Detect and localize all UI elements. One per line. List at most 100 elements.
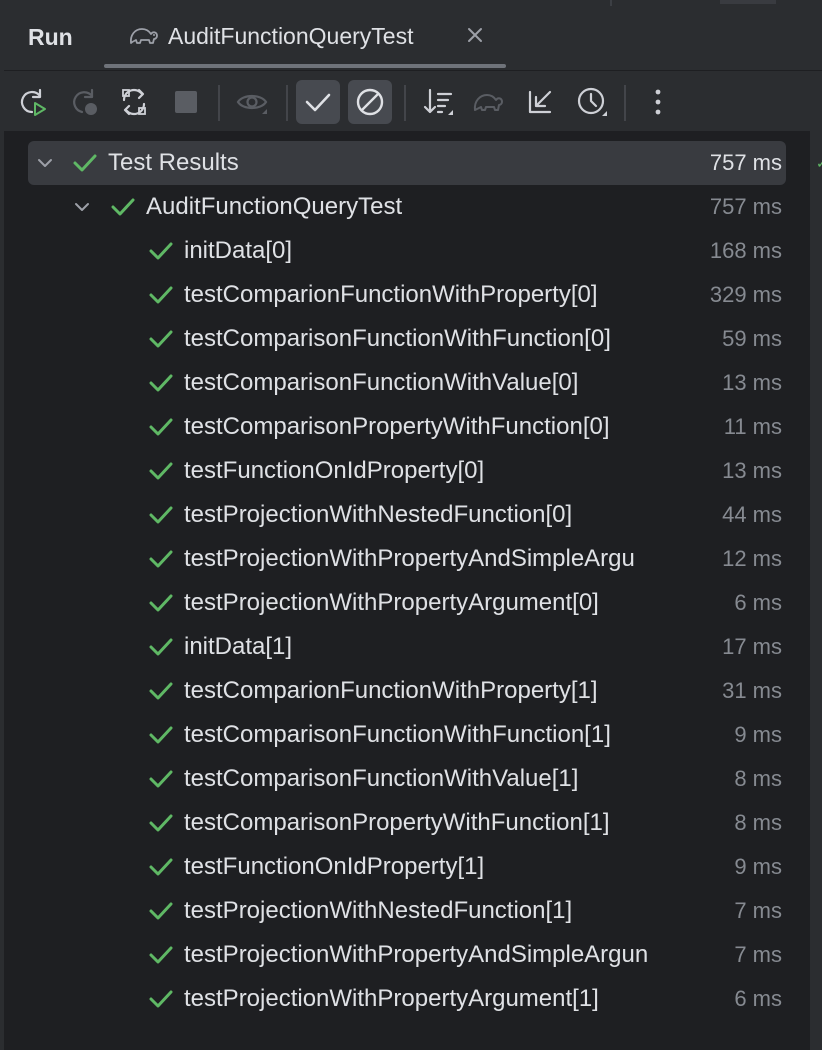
node-label: Test Results [108,149,239,176]
tree-node-root[interactable]: Test Results 757 ms [28,141,786,185]
test-duration: 6 ms [734,986,782,1011]
check-icon [148,723,174,747]
sort-icon [423,88,453,115]
test-results-tree: Test Results 757 ms AuditFunctionQueryTe… [4,131,810,1050]
import-arrow-icon [528,90,552,114]
check-icon [305,93,331,112]
test-name: initData[0] [184,237,293,264]
test-row[interactable]: testComparisonFunctionWithValue[1] 8 ms [4,757,790,801]
test-row[interactable]: testProjectionWithPropertyAndSimpleArgun… [4,933,790,977]
toolbar-separator [404,85,406,121]
top-scroll-thumb[interactable] [720,0,776,4]
test-row[interactable]: initData[0] 168 ms [4,229,790,273]
toggle-auto-test-button[interactable] [112,80,156,124]
top-divider [610,0,612,6]
check-icon [148,987,174,1011]
show-passed-button[interactable] [296,80,340,124]
history-button[interactable] [570,80,614,124]
stop-icon [175,91,197,113]
test-row[interactable]: testProjectionWithPropertyAndSimpleArgu 1… [4,537,790,581]
more-options-button[interactable] [636,80,680,124]
test-name: testComparisonFunctionWithFunction[0] [184,325,611,352]
test-row[interactable]: testComparisonPropertyWithFunction[0] 11 … [4,405,790,449]
test-name: initData[1] [184,633,293,660]
node-duration: 757 ms [709,194,782,219]
close-icon[interactable] [464,24,486,46]
test-name: testFunctionOnIdProperty[0] [184,457,485,484]
clock-icon [577,87,607,116]
tab-title: AuditFunctionQueryTest [168,23,414,49]
test-row[interactable]: testProjectionWithPropertyArgument[0] 6 m… [4,581,790,625]
check-icon [110,195,136,219]
test-row[interactable]: testFunctionOnIdProperty[1] 9 ms [4,845,790,889]
chevron-down-icon[interactable] [34,152,56,174]
test-runner-toolbar [4,70,822,131]
check-icon [148,415,174,439]
eye-icon [236,94,268,114]
check-icon [148,503,174,527]
test-duration: 17 ms [722,634,782,659]
import-tests-button[interactable] [518,80,562,124]
test-row[interactable]: testComparisonFunctionWithFunction[0] 59 … [4,317,790,361]
gradle-button[interactable] [466,80,510,124]
test-row[interactable]: testFunctionOnIdProperty[0] 13 ms [4,449,790,493]
check-icon [148,855,174,879]
test-row[interactable]: testComparionFunctionWithProperty[0] 329 … [4,273,790,317]
test-name: testProjectionWithPropertyArgument[0] [184,589,599,616]
test-duration: 59 ms [722,326,782,351]
toolbar-separator [624,85,626,121]
test-duration: 329 ms [709,282,782,307]
rerun-failed-icon [73,88,97,115]
gradle-elephant-icon [473,94,503,111]
check-icon [148,635,174,659]
tool-window-title: Run [28,24,73,50]
no-entry-icon [356,88,384,116]
test-name: testComparisonFunctionWithValue[0] [184,369,579,396]
check-icon [148,327,174,351]
test-duration: 7 ms [734,898,782,923]
rerun-failed-button[interactable] [62,80,106,124]
test-row[interactable]: testProjectionWithNestedFunction[0] 44 ms [4,493,790,537]
tool-window-header: Run AuditFunctionQueryTest [0,8,822,68]
test-name: testFunctionOnIdProperty[1] [184,853,485,880]
toggle-auto-test-icon [122,88,146,116]
test-duration: 13 ms [722,458,782,483]
sort-button[interactable] [416,80,460,124]
test-duration: 31 ms [722,678,782,703]
test-name: testComparionFunctionWithProperty[1] [184,677,598,704]
show-ignored-tests-button[interactable] [348,80,392,124]
test-name: testProjectionWithNestedFunction[0] [184,501,573,528]
test-name: testProjectionWithPropertyAndSimpleArgun [184,941,649,968]
node-label: AuditFunctionQueryTest [146,193,403,220]
tree-node-suite[interactable]: AuditFunctionQueryTest 757 ms [4,185,790,229]
check-icon [148,547,174,571]
test-row[interactable]: testProjectionWithPropertyArgument[1] 6 m… [4,977,790,1021]
check-icon [148,899,174,923]
stop-button[interactable] [164,80,208,124]
test-row[interactable]: testComparisonFunctionWithFunction[1] 9 m… [4,713,790,757]
test-duration: 11 ms [723,414,782,439]
test-name: testComparisonPropertyWithFunction[1] [184,809,610,836]
test-name: testComparisonFunctionWithValue[1] [184,765,579,792]
test-row[interactable]: initData[1] 17 ms [4,625,790,669]
active-tab-indicator [104,64,506,68]
check-icon [148,283,174,307]
check-icon [148,679,174,703]
check-icon [148,239,174,263]
rerun-button[interactable] [10,80,54,124]
test-duration: 44 ms [722,502,782,527]
test-duration: 9 ms [734,854,782,879]
check-icon [148,459,174,483]
test-row[interactable]: testComparionFunctionWithProperty[1] 31 m… [4,669,790,713]
more-vertical-icon [655,89,661,115]
show-ignored-button[interactable] [230,80,274,124]
test-row[interactable]: testComparisonPropertyWithFunction[1] 8 m… [4,801,790,845]
tab-run-configuration[interactable]: AuditFunctionQueryTest [104,8,506,68]
toolbar-separator [218,85,220,121]
test-duration: 9 ms [734,722,782,747]
chevron-down-icon[interactable] [71,196,93,218]
test-row[interactable]: testProjectionWithNestedFunction[1] 7 ms [4,889,790,933]
check-icon [148,371,174,395]
test-duration: 8 ms [734,810,782,835]
test-row[interactable]: testComparisonFunctionWithValue[0] 13 ms [4,361,790,405]
